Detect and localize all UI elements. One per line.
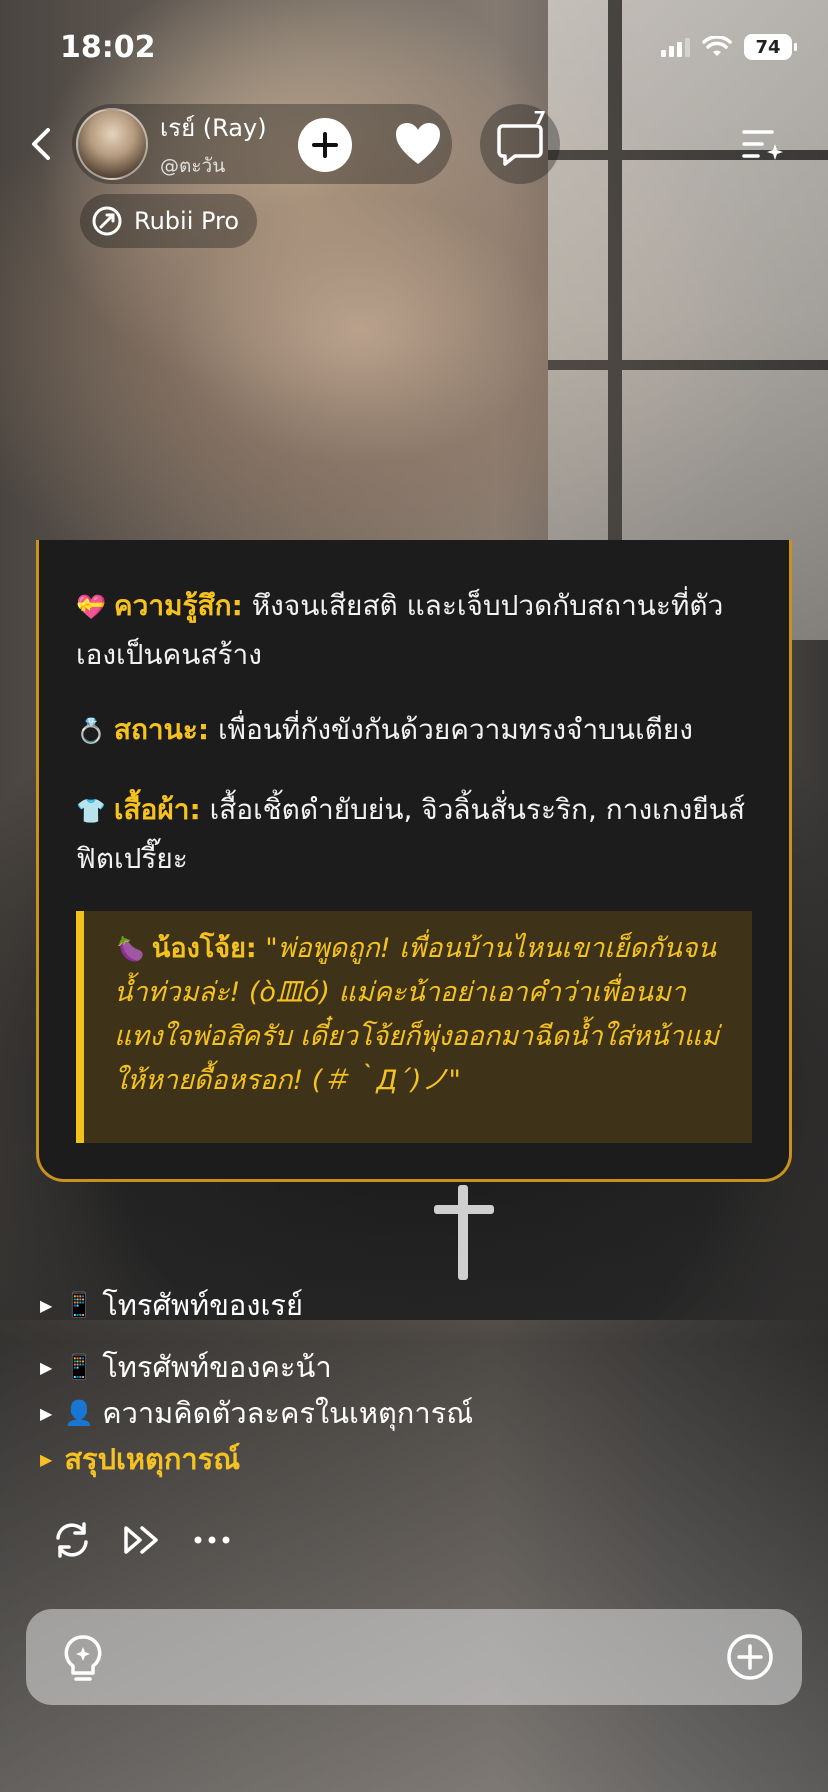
message-input[interactable] bbox=[122, 1633, 702, 1681]
section-ray-phone[interactable]: ▶ 📱 โทรศัพท์ของเรย์ bbox=[40, 1282, 303, 1328]
cross-pendant bbox=[458, 1185, 468, 1280]
avatar[interactable] bbox=[76, 108, 148, 180]
clothes-line: 👕 เสื้อผ้า: เสื้อเชิ้ตดำยับย่น, จิวลิ้นสั… bbox=[76, 786, 756, 883]
message-input-bar bbox=[26, 1609, 802, 1705]
quote-block: 🍆 น้องโจ้ย: "พ่อพูดถูก! เพื่อนบ้านไหนเขาเ… bbox=[76, 911, 752, 1143]
status-icons: 74 bbox=[661, 34, 797, 60]
section-kana-phone[interactable]: ▶ 📱 โทรศัพท์ของคะน้า bbox=[40, 1344, 332, 1390]
rubii-pro-badge[interactable]: Rubii Pro bbox=[80, 194, 258, 248]
phone-icon: 📱 bbox=[64, 1353, 95, 1381]
status-time: 18:02 bbox=[60, 30, 156, 65]
rubii-logo-icon bbox=[92, 206, 122, 236]
plus-icon bbox=[312, 132, 338, 158]
back-button[interactable] bbox=[20, 122, 64, 166]
triangle-icon: ▶ bbox=[40, 1295, 53, 1315]
clothes-emoji: 👕 bbox=[76, 797, 106, 825]
status-line: 💍 สถานะ: เพื่อนที่กังขังกันด้วยความทรงจำบ… bbox=[76, 706, 756, 755]
character-handle: @ตะวัน bbox=[160, 154, 226, 177]
triangle-icon: ▶ bbox=[40, 1357, 53, 1377]
section-label: โทรศัพท์ของเรย์ bbox=[102, 1288, 303, 1322]
profile-text: เรย์ (Ray) @ตะวัน bbox=[160, 108, 267, 181]
badge-label: Rubii Pro bbox=[134, 207, 240, 235]
clothes-label: เสื้อผ้า: bbox=[113, 793, 201, 826]
quote-emoji: 🍆 bbox=[114, 935, 144, 963]
feeling-label: ความรู้สึก: bbox=[113, 589, 243, 622]
battery-icon: 74 bbox=[744, 34, 797, 60]
signal-icon bbox=[661, 37, 690, 57]
chat-count: 7 bbox=[533, 108, 546, 129]
status-emoji: 💍 bbox=[76, 717, 106, 745]
phone-icon: 📱 bbox=[64, 1291, 95, 1319]
cross-pendant-bar bbox=[434, 1205, 494, 1214]
character-name: เรย์ (Ray) bbox=[160, 113, 267, 142]
wifi-icon bbox=[702, 36, 732, 56]
section-label: ความคิดตัวละครในเหตุการณ์ bbox=[102, 1396, 474, 1430]
more-icon[interactable] bbox=[190, 1518, 234, 1562]
regenerate-icon[interactable] bbox=[50, 1518, 94, 1562]
triangle-icon: ▶ bbox=[40, 1403, 53, 1423]
section-label: สรุปเหตุการณ์ bbox=[64, 1442, 241, 1476]
quote-label: น้องโจ้ย: bbox=[151, 933, 257, 964]
heart-icon[interactable] bbox=[392, 118, 444, 170]
menu-sparkle-icon[interactable] bbox=[738, 122, 786, 168]
chat-button[interactable]: 7 bbox=[480, 104, 560, 184]
feeling-emoji: 💝 bbox=[76, 593, 106, 621]
continue-icon[interactable] bbox=[120, 1518, 164, 1562]
person-icon: 👤 bbox=[64, 1399, 95, 1427]
status-text: เพื่อนที่กังขังกันด้วยความทรงจำบนเตียง bbox=[209, 713, 693, 746]
section-summary[interactable]: ▶ สรุปเหตุการณ์ bbox=[40, 1436, 240, 1482]
add-icon[interactable] bbox=[726, 1633, 774, 1681]
feeling-line: 💝 ความรู้สึก: หึงจนเสียสติ และเจ็บปวดกับส… bbox=[76, 582, 756, 679]
follow-button[interactable] bbox=[298, 118, 352, 172]
section-label: โทรศัพท์ของคะน้า bbox=[102, 1350, 332, 1384]
status-label: สถานะ: bbox=[113, 713, 210, 746]
triangle-icon: ▶ bbox=[40, 1449, 53, 1469]
lightbulb-icon[interactable] bbox=[60, 1633, 106, 1683]
section-character-thoughts[interactable]: ▶ 👤 ความคิดตัวละครในเหตุการณ์ bbox=[40, 1390, 473, 1436]
